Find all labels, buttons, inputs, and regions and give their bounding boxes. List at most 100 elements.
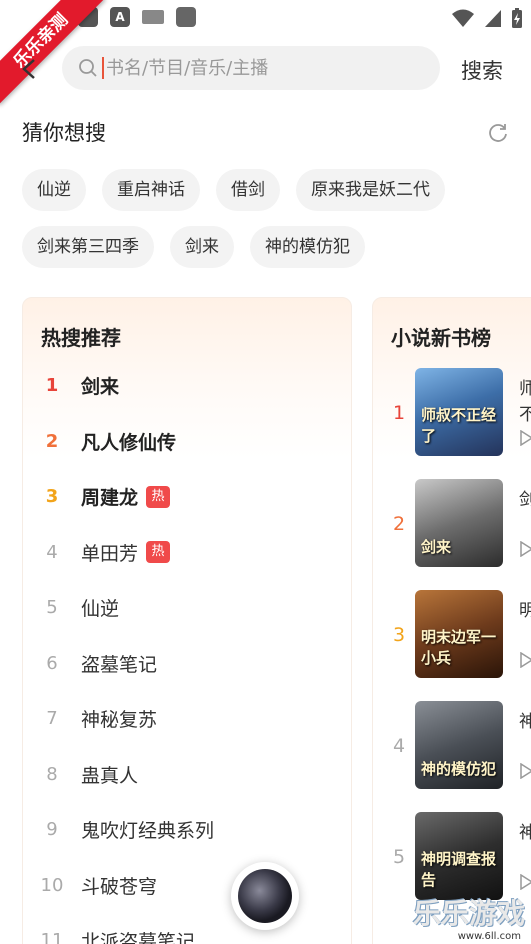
chip-row-1: 仙逆 重启神话 借剑 原来我是妖二代 — [22, 169, 522, 211]
cover-title: 师叔不正经了 — [421, 406, 497, 445]
cover-title: 神明调查报告 — [421, 850, 497, 889]
novel-item[interactable]: 4 神的模仿犯 神 — [373, 701, 531, 812]
search-button[interactable]: 搜索 — [461, 55, 503, 85]
play-icon[interactable] — [519, 541, 531, 557]
album-disc-icon — [238, 869, 292, 923]
hot-rank: 9 — [46, 819, 58, 841]
novel-rank: 1 — [392, 402, 406, 424]
hot-name: 单田芳 — [81, 542, 139, 565]
play-icon[interactable] — [519, 874, 531, 890]
suggestion-chip[interactable]: 剑来第三四季 — [22, 226, 154, 268]
guess-section-title: 猜你想搜 — [22, 121, 106, 145]
hot-item[interactable]: 11 北派盗墓笔记 — [23, 913, 351, 944]
hot-item[interactable]: 3 周建龙 热 — [23, 469, 351, 525]
cover-title: 神的模仿犯 — [421, 760, 497, 778]
search-box[interactable] — [62, 46, 440, 90]
search-icon — [79, 59, 97, 77]
wifi-icon — [452, 9, 474, 27]
hot-name: 剑来 — [81, 376, 120, 399]
hot-rank: 2 — [45, 430, 59, 452]
search-input[interactable] — [102, 57, 402, 79]
hot-item[interactable]: 1 剑来 — [23, 358, 351, 414]
hot-item[interactable]: 7 神秘复苏 — [23, 691, 351, 747]
hot-rank: 7 — [46, 708, 58, 730]
cover-title: 剑来 — [421, 538, 452, 556]
hot-name: 盗墓笔记 — [81, 653, 158, 676]
suggestion-chip[interactable]: 仙逆 — [22, 169, 86, 211]
hot-name: 仙逆 — [81, 598, 120, 621]
hot-item[interactable]: 8 蛊真人 — [23, 747, 351, 803]
play-icon[interactable] — [519, 652, 531, 668]
novel-list: 1 师叔不正经了 师 不 2 剑来 剑 3 明末边军一小兵 明 4 — [373, 368, 531, 923]
play-icon[interactable] — [519, 763, 531, 779]
battery-icon — [512, 8, 522, 28]
book-cover: 神的模仿犯 — [415, 701, 503, 789]
hot-name: 蛊真人 — [81, 764, 139, 787]
hot-name: 鬼吹灯经典系列 — [81, 820, 215, 843]
novel-item[interactable]: 1 师叔不正经了 师 不 — [373, 368, 531, 479]
watermark-logo: 乐乐游戏 — [412, 897, 525, 930]
novel-name: 剑 — [519, 485, 531, 510]
hot-rank: 8 — [46, 763, 58, 785]
status-bar: A — [0, 0, 531, 36]
novel-name: 神 — [519, 818, 531, 843]
hot-item[interactable]: 2 凡人修仙传 — [23, 414, 351, 470]
play-icon[interactable] — [519, 430, 531, 446]
novel-rank: 4 — [392, 735, 406, 757]
novel-item[interactable]: 3 明末边军一小兵 明 — [373, 590, 531, 701]
hot-item[interactable]: 5 仙逆 — [23, 580, 351, 636]
watermark-url: www.6ll.com — [457, 931, 521, 942]
hot-name: 神秘复苏 — [81, 709, 158, 732]
book-cover: 师叔不正经了 — [415, 368, 503, 456]
hot-item[interactable]: 9 鬼吹灯经典系列 — [23, 802, 351, 858]
floating-player[interactable] — [231, 862, 299, 930]
search-header: 搜索 — [0, 44, 531, 94]
suggestion-chip[interactable]: 重启神话 — [102, 169, 200, 211]
novel-name-line2: 不 — [519, 400, 531, 425]
back-arrow-icon[interactable] — [18, 58, 40, 80]
novel-item[interactable]: 2 剑来 剑 — [373, 479, 531, 590]
hot-name: 北派盗墓笔记 — [81, 931, 196, 944]
book-cover: 神明调查报告 — [415, 812, 503, 900]
hot-rank: 3 — [45, 486, 59, 508]
keyboard-icon — [142, 10, 164, 24]
hot-rank: 4 — [46, 541, 58, 563]
novel-name: 师 — [519, 374, 531, 399]
hot-item[interactable]: 10 斗破苍穹 — [23, 858, 351, 914]
hot-badge: 热 — [146, 541, 171, 564]
hot-item[interactable]: 6 盗墓笔记 — [23, 636, 351, 692]
cover-title: 明末边军一小兵 — [421, 628, 497, 667]
hot-rank: 11 — [40, 930, 64, 944]
signal-icon — [485, 10, 501, 27]
hot-name: 凡人修仙传 — [81, 431, 177, 454]
suggestion-chip[interactable]: 原来我是妖二代 — [296, 169, 445, 211]
suggestion-chip[interactable]: 借剑 — [216, 169, 280, 211]
hot-search-card: 热搜推荐 1 剑来 2 凡人修仙传 3 周建龙 热 4 单田芳 热 5 仙逆 6… — [22, 297, 352, 944]
hot-list: 1 剑来 2 凡人修仙传 3 周建龙 热 4 单田芳 热 5 仙逆 6 盗墓笔记… — [23, 358, 351, 944]
app-notification-icon — [78, 7, 98, 27]
suggestion-chips: 仙逆 重启神话 借剑 原来我是妖二代 剑来第三四季 剑来 神的模仿犯 — [22, 169, 522, 283]
hot-rank: 6 — [46, 652, 58, 674]
novel-name: 神 — [519, 707, 531, 732]
suggestion-chip[interactable]: 神的模仿犯 — [250, 226, 365, 268]
book-cover: 明末边军一小兵 — [415, 590, 503, 678]
refresh-icon[interactable] — [487, 121, 509, 143]
novel-name: 明 — [519, 596, 531, 621]
book-cover: 剑来 — [415, 479, 503, 567]
font-notification-icon: A — [110, 7, 130, 27]
app-square-icon — [176, 7, 196, 27]
status-icons-left: A — [78, 7, 196, 27]
hot-name: 周建龙 — [81, 487, 139, 510]
hot-badge: 热 — [146, 485, 171, 508]
chip-row-2: 剑来第三四季 剑来 神的模仿犯 — [22, 226, 522, 268]
hot-rank: 1 — [45, 375, 59, 397]
novel-rank: 2 — [392, 513, 406, 535]
suggestion-chip[interactable]: 剑来 — [170, 226, 234, 268]
hot-name: 斗破苍穹 — [81, 875, 158, 898]
novel-chart-card: 小说新书榜 1 师叔不正经了 师 不 2 剑来 剑 3 明末边军一小兵 明 — [372, 297, 531, 944]
novel-card-title: 小说新书榜 — [391, 326, 491, 350]
hot-item[interactable]: 4 单田芳 热 — [23, 525, 351, 581]
hot-rank: 5 — [46, 597, 58, 619]
hot-card-title: 热搜推荐 — [41, 326, 121, 350]
status-icons-right — [451, 7, 523, 29]
